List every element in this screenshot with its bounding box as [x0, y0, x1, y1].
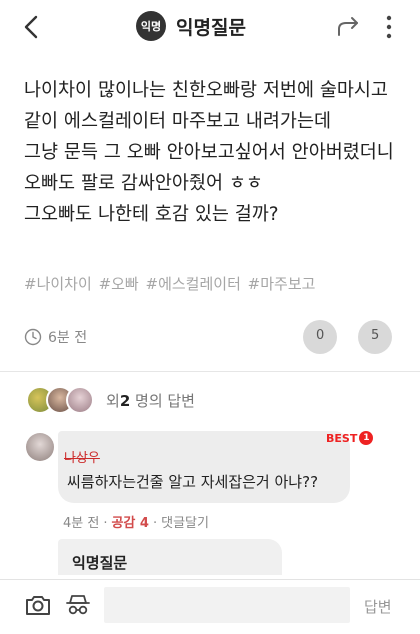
best-label: BEST: [326, 431, 358, 445]
question-body: 나이차이 많이나는 친한오빠랑 저번에 술마시고 같이 에스컬레이터 마주보고 …: [24, 80, 394, 225]
brand: 익명 익명질문: [136, 11, 246, 41]
send-button[interactable]: 답변: [364, 596, 392, 617]
header: 익명 익명질문: [0, 0, 420, 54]
tag[interactable]: #나이차이: [24, 275, 92, 293]
reply-button[interactable]: 댓글달기: [161, 516, 209, 531]
tag[interactable]: #에스컬레이터: [146, 275, 241, 293]
answers-count: 외2 명의 답변: [106, 390, 195, 411]
answers-count-prefix: 외: [106, 392, 120, 410]
divider: [0, 371, 420, 372]
share-icon[interactable]: [336, 13, 362, 39]
answers-count-number: 2: [119, 392, 131, 410]
tag-list: #나이차이 #오빠 #에스컬레이터 #마주보고: [24, 273, 317, 294]
answers-count-suffix: 명의 답변: [130, 392, 195, 410]
back-icon[interactable]: [18, 13, 46, 41]
separator: ·: [103, 516, 108, 531]
tag[interactable]: #오빠: [99, 275, 139, 293]
app: 익명 익명질문 나이차이 많이나는 친한오빠랑 저번에 술마시고 같이 에스컬레…: [0, 0, 420, 634]
more-vertical-icon[interactable]: [384, 14, 394, 40]
tag[interactable]: #마주보고: [248, 275, 316, 293]
post-time: 6분 전: [48, 330, 88, 346]
question-meta: 6분 전: [24, 327, 87, 347]
best-badge: BEST 1: [326, 431, 374, 445]
avatar[interactable]: [26, 433, 54, 461]
anonymous-mask-icon[interactable]: [64, 591, 92, 619]
reply-meta: 4분 전 · 공감 4 · 댓글달기: [63, 512, 209, 531]
answerer-avatars[interactable]: [26, 386, 106, 414]
reply-text: 씨름하자는건줄 알고 자세잡은거 아냐??: [67, 473, 319, 491]
reply-time: 4분 전: [63, 516, 100, 531]
brand-logo: 익명: [136, 11, 166, 41]
best-rank: 1: [359, 431, 374, 445]
sympathy-button[interactable]: 공감 4: [111, 516, 149, 531]
comment-count: 5: [371, 328, 380, 343]
reply-bubble: [58, 431, 350, 503]
reply-author: 나상우: [64, 451, 100, 466]
clock-icon: [24, 328, 42, 346]
quote-title: 익명질문: [72, 554, 128, 572]
separator: ·: [152, 516, 158, 531]
page-title: 익명질문: [176, 16, 246, 39]
answer-input[interactable]: [104, 587, 350, 623]
avatar: [66, 386, 94, 414]
camera-icon[interactable]: [24, 591, 52, 619]
like-count: 0: [316, 328, 325, 343]
